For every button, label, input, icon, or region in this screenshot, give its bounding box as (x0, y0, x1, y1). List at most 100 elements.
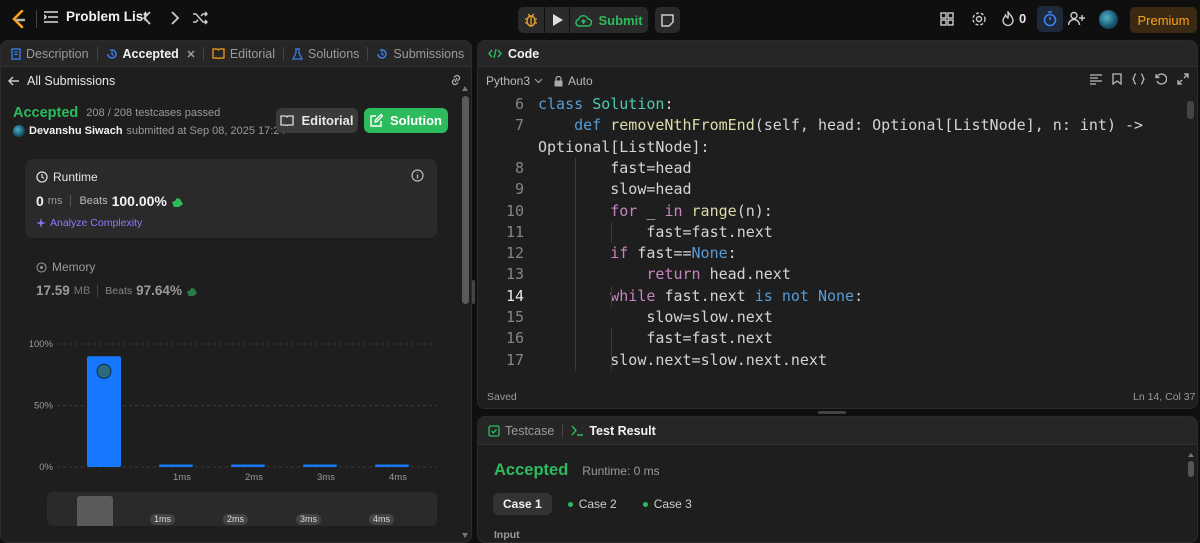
add-friend-icon[interactable] (1068, 11, 1086, 26)
submit-button[interactable]: Submit (570, 7, 648, 33)
horizontal-resize-handle[interactable] (818, 411, 846, 414)
username[interactable]: Devanshu Siwach (29, 125, 123, 137)
tab-divider (367, 46, 369, 61)
code-line[interactable]: 7 def removeNthFromEnd(self, head: Optio… (478, 115, 1178, 136)
chart-bar-3ms[interactable] (303, 464, 337, 467)
line-number: 6 (514, 95, 524, 113)
submitted-time: submitted at Sep 08, 2025 17:24 (126, 125, 286, 137)
cloud-upload-icon (575, 14, 593, 27)
shuffle-icon[interactable] (193, 11, 208, 25)
braces-icon[interactable] (1132, 73, 1145, 85)
settings-gear-icon[interactable] (971, 11, 987, 27)
memory-header[interactable]: Memory (36, 260, 95, 274)
indent-guide (611, 221, 612, 244)
editorial-button[interactable]: Editorial (276, 108, 358, 133)
format-icon[interactable] (1090, 73, 1102, 85)
line-number: 10 (505, 201, 524, 220)
list-icon (44, 10, 58, 23)
auto-mode[interactable]: Auto (554, 74, 593, 88)
tab-description[interactable]: Description (11, 47, 89, 61)
submitter-info: Devanshu Siwach submitted at Sep 08, 202… (13, 125, 286, 137)
info-icon[interactable] (411, 169, 424, 182)
premium-button[interactable]: Premium (1130, 7, 1197, 33)
code-line[interactable]: 8 fast=head (478, 158, 1178, 179)
chevron-down-icon (534, 78, 543, 84)
layout-grid-icon[interactable] (940, 12, 954, 26)
back-to-submissions[interactable]: All Submissions (8, 74, 115, 88)
code-line[interactable]: 14 while fast.next is not None: (478, 286, 1178, 307)
tab-testcase[interactable]: Testcase (488, 424, 554, 438)
back-label: All Submissions (27, 74, 116, 88)
user-avatar-marker (96, 363, 112, 379)
tab-divider (562, 423, 564, 438)
solution-button[interactable]: Solution (364, 108, 448, 133)
vertical-resize-handle[interactable] (472, 280, 475, 304)
tab-accepted[interactable]: Accepted (106, 47, 195, 61)
pass-dot (642, 501, 648, 507)
tab-submissions[interactable]: Submissions (376, 47, 464, 61)
code-line[interactable]: 6 class Solution: (478, 94, 1178, 115)
case-tab-2[interactable]: Case 2 (558, 493, 627, 515)
close-icon[interactable] (187, 50, 195, 58)
runtime-card[interactable]: Runtime 0 ms Beats 100.00% Analyze Compl… (25, 159, 437, 238)
chevron-left-icon[interactable] (142, 10, 152, 26)
chevron-right-icon[interactable] (170, 10, 180, 26)
tab-solutions-label: Solutions (307, 46, 360, 61)
debug-button[interactable] (518, 7, 544, 33)
line-number: 9 (514, 180, 524, 199)
history-icon (106, 48, 118, 60)
streak-counter[interactable]: 0 (1002, 11, 1026, 26)
tab-editorial[interactable]: Editorial (212, 47, 275, 61)
code-text: class Solution: (538, 95, 674, 113)
case-tab-1[interactable]: Case 1 (493, 493, 552, 515)
code-line[interactable]: 16 fast=fast.next (478, 328, 1178, 349)
bookmark-icon[interactable] (1112, 73, 1122, 85)
code-line[interactable]: 12 if fast==None: (478, 243, 1178, 264)
link-icon[interactable] (449, 74, 463, 86)
line-number: 11 (505, 222, 524, 241)
tab-test-result[interactable]: Test Result (571, 424, 656, 438)
lock-icon (554, 75, 563, 87)
runtime-label: Runtime (53, 170, 98, 184)
result-tab-bar: Testcase Test Result (478, 417, 1197, 445)
run-button[interactable] (545, 7, 569, 33)
scroll-down-arrow-icon[interactable] (462, 533, 468, 538)
code-line[interactable]: Optional[ListNode]: (478, 137, 1178, 158)
reset-icon[interactable] (1155, 73, 1167, 85)
result-scrollbar-thumb[interactable] (1188, 461, 1194, 477)
code-icon (488, 48, 502, 59)
chart-bar-1ms[interactable] (159, 464, 193, 467)
case-tab-3-label: Case 3 (653, 497, 692, 511)
language-select[interactable]: Python3 (486, 74, 543, 88)
note-icon (661, 13, 674, 27)
timer-button[interactable] (1037, 6, 1063, 32)
left-scrollbar-thumb[interactable] (462, 96, 469, 304)
code-line[interactable]: 15 slow=slow.next (478, 307, 1178, 328)
case-tab-1-label: Case 1 (503, 497, 542, 511)
problem-list-link[interactable]: Problem List (44, 9, 148, 24)
user-avatar[interactable] (1099, 10, 1118, 29)
runtime-stats: 0 ms Beats 100.00% (36, 193, 184, 209)
history-icon (376, 48, 388, 60)
chart-bar-4ms[interactable] (375, 464, 409, 467)
scroll-up-arrow-icon[interactable] (462, 86, 468, 91)
code-line[interactable]: 11 fast=fast.next (478, 222, 1178, 243)
chart-range-slider[interactable]: 1ms 2ms 3ms 4ms (47, 492, 437, 526)
code-line[interactable]: 17 slow.next=slow.next.next (478, 350, 1178, 371)
expand-icon[interactable] (1177, 73, 1189, 85)
chart-bar-2ms[interactable] (231, 464, 265, 467)
case-tab-3[interactable]: Case 3 (633, 493, 702, 515)
code-line[interactable]: 13 return head.next (478, 264, 1178, 285)
leetcode-logo-icon[interactable] (10, 9, 28, 29)
code-line[interactable]: 9 slow=head (478, 179, 1178, 200)
analyze-complexity-link[interactable]: Analyze Complexity (36, 217, 142, 229)
notes-button[interactable] (655, 7, 680, 33)
code-text: Optional[ListNode]: (538, 137, 710, 156)
streak-count: 0 (1019, 11, 1027, 26)
range-handle[interactable] (77, 496, 113, 526)
code-line[interactable]: 10 for _ in range(n): (478, 201, 1178, 222)
editor-scrollbar-thumb[interactable] (1187, 101, 1194, 119)
scroll-up-arrow-icon[interactable] (1188, 453, 1194, 457)
tab-solutions[interactable]: Solutions (292, 47, 359, 61)
code-editor[interactable]: 6 class Solution: 7 def removeNthFromEnd(s… (478, 93, 1197, 378)
